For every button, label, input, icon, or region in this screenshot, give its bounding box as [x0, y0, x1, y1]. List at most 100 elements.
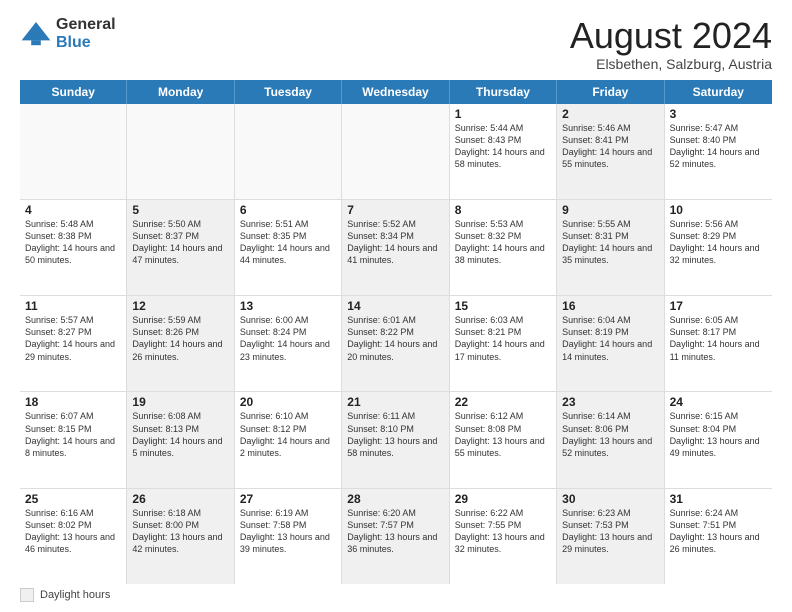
- cal-row: 11Sunrise: 5:57 AM Sunset: 8:27 PM Dayli…: [20, 296, 772, 392]
- logo: General Blue: [20, 16, 116, 51]
- day-number: 2: [562, 107, 658, 121]
- footer: Daylight hours: [20, 588, 772, 602]
- cell-info: Sunrise: 6:18 AM Sunset: 8:00 PM Dayligh…: [132, 507, 228, 556]
- cell-info: Sunrise: 5:44 AM Sunset: 8:43 PM Dayligh…: [455, 122, 551, 171]
- cell-info: Sunrise: 5:47 AM Sunset: 8:40 PM Dayligh…: [670, 122, 767, 171]
- cal-cell: 30Sunrise: 6:23 AM Sunset: 7:53 PM Dayli…: [557, 489, 664, 584]
- logo-text: General Blue: [56, 16, 116, 51]
- day-number: 16: [562, 299, 658, 313]
- cell-info: Sunrise: 6:14 AM Sunset: 8:06 PM Dayligh…: [562, 410, 658, 459]
- day-number: 30: [562, 492, 658, 506]
- day-number: 19: [132, 395, 228, 409]
- logo-general: General: [56, 16, 116, 34]
- cal-cell: 22Sunrise: 6:12 AM Sunset: 8:08 PM Dayli…: [450, 392, 557, 487]
- cal-cell: 9Sunrise: 5:55 AM Sunset: 8:31 PM Daylig…: [557, 200, 664, 295]
- cal-header-cell: Wednesday: [342, 80, 449, 104]
- day-number: 27: [240, 492, 336, 506]
- cell-info: Sunrise: 5:57 AM Sunset: 8:27 PM Dayligh…: [25, 314, 121, 363]
- day-number: 22: [455, 395, 551, 409]
- cell-info: Sunrise: 5:56 AM Sunset: 8:29 PM Dayligh…: [670, 218, 767, 267]
- day-number: 31: [670, 492, 767, 506]
- day-number: 23: [562, 395, 658, 409]
- day-number: 6: [240, 203, 336, 217]
- cal-cell: 15Sunrise: 6:03 AM Sunset: 8:21 PM Dayli…: [450, 296, 557, 391]
- cell-info: Sunrise: 5:48 AM Sunset: 8:38 PM Dayligh…: [25, 218, 121, 267]
- calendar: SundayMondayTuesdayWednesdayThursdayFrid…: [20, 80, 772, 584]
- day-number: 18: [25, 395, 121, 409]
- day-number: 24: [670, 395, 767, 409]
- cal-cell: [342, 104, 449, 199]
- day-number: 25: [25, 492, 121, 506]
- cal-header-cell: Monday: [127, 80, 234, 104]
- cal-cell: 3Sunrise: 5:47 AM Sunset: 8:40 PM Daylig…: [665, 104, 772, 199]
- day-number: 5: [132, 203, 228, 217]
- cal-cell: 23Sunrise: 6:14 AM Sunset: 8:06 PM Dayli…: [557, 392, 664, 487]
- day-number: 29: [455, 492, 551, 506]
- cell-info: Sunrise: 5:59 AM Sunset: 8:26 PM Dayligh…: [132, 314, 228, 363]
- cal-header-cell: Thursday: [450, 80, 557, 104]
- logo-blue: Blue: [56, 34, 116, 52]
- cal-cell: 13Sunrise: 6:00 AM Sunset: 8:24 PM Dayli…: [235, 296, 342, 391]
- main-title: August 2024: [570, 16, 772, 56]
- cal-row: 4Sunrise: 5:48 AM Sunset: 8:38 PM Daylig…: [20, 200, 772, 296]
- cell-info: Sunrise: 6:08 AM Sunset: 8:13 PM Dayligh…: [132, 410, 228, 459]
- cal-cell: 14Sunrise: 6:01 AM Sunset: 8:22 PM Dayli…: [342, 296, 449, 391]
- cell-info: Sunrise: 6:20 AM Sunset: 7:57 PM Dayligh…: [347, 507, 443, 556]
- calendar-header: SundayMondayTuesdayWednesdayThursdayFrid…: [20, 80, 772, 104]
- cell-info: Sunrise: 6:07 AM Sunset: 8:15 PM Dayligh…: [25, 410, 121, 459]
- cal-cell: 2Sunrise: 5:46 AM Sunset: 8:41 PM Daylig…: [557, 104, 664, 199]
- cell-info: Sunrise: 6:00 AM Sunset: 8:24 PM Dayligh…: [240, 314, 336, 363]
- cal-cell: 18Sunrise: 6:07 AM Sunset: 8:15 PM Dayli…: [20, 392, 127, 487]
- day-number: 8: [455, 203, 551, 217]
- cal-cell: 26Sunrise: 6:18 AM Sunset: 8:00 PM Dayli…: [127, 489, 234, 584]
- cal-cell: [127, 104, 234, 199]
- cell-info: Sunrise: 6:05 AM Sunset: 8:17 PM Dayligh…: [670, 314, 767, 363]
- day-number: 10: [670, 203, 767, 217]
- cell-info: Sunrise: 5:46 AM Sunset: 8:41 PM Dayligh…: [562, 122, 658, 171]
- cell-info: Sunrise: 6:10 AM Sunset: 8:12 PM Dayligh…: [240, 410, 336, 459]
- cal-cell: 7Sunrise: 5:52 AM Sunset: 8:34 PM Daylig…: [342, 200, 449, 295]
- logo-icon: [20, 18, 52, 50]
- day-number: 15: [455, 299, 551, 313]
- cal-cell: 6Sunrise: 5:51 AM Sunset: 8:35 PM Daylig…: [235, 200, 342, 295]
- cell-info: Sunrise: 5:52 AM Sunset: 8:34 PM Dayligh…: [347, 218, 443, 267]
- cal-cell: 8Sunrise: 5:53 AM Sunset: 8:32 PM Daylig…: [450, 200, 557, 295]
- daylight-legend-box: [20, 588, 34, 602]
- title-area: August 2024 Elsbethen, Salzburg, Austria: [570, 16, 772, 72]
- cell-info: Sunrise: 5:53 AM Sunset: 8:32 PM Dayligh…: [455, 218, 551, 267]
- cal-cell: [20, 104, 127, 199]
- cal-cell: 27Sunrise: 6:19 AM Sunset: 7:58 PM Dayli…: [235, 489, 342, 584]
- cal-header-cell: Saturday: [665, 80, 772, 104]
- cal-cell: 19Sunrise: 6:08 AM Sunset: 8:13 PM Dayli…: [127, 392, 234, 487]
- day-number: 21: [347, 395, 443, 409]
- page: General Blue August 2024 Elsbethen, Salz…: [0, 0, 792, 612]
- cal-cell: 24Sunrise: 6:15 AM Sunset: 8:04 PM Dayli…: [665, 392, 772, 487]
- day-number: 1: [455, 107, 551, 121]
- cal-cell: 21Sunrise: 6:11 AM Sunset: 8:10 PM Dayli…: [342, 392, 449, 487]
- cal-cell: 29Sunrise: 6:22 AM Sunset: 7:55 PM Dayli…: [450, 489, 557, 584]
- daylight-legend-label: Daylight hours: [40, 589, 110, 601]
- cell-info: Sunrise: 6:24 AM Sunset: 7:51 PM Dayligh…: [670, 507, 767, 556]
- cal-cell: 20Sunrise: 6:10 AM Sunset: 8:12 PM Dayli…: [235, 392, 342, 487]
- cal-cell: [235, 104, 342, 199]
- cell-info: Sunrise: 6:22 AM Sunset: 7:55 PM Dayligh…: [455, 507, 551, 556]
- cal-row: 25Sunrise: 6:16 AM Sunset: 8:02 PM Dayli…: [20, 489, 772, 584]
- cal-cell: 17Sunrise: 6:05 AM Sunset: 8:17 PM Dayli…: [665, 296, 772, 391]
- cal-cell: 31Sunrise: 6:24 AM Sunset: 7:51 PM Dayli…: [665, 489, 772, 584]
- cal-cell: 28Sunrise: 6:20 AM Sunset: 7:57 PM Dayli…: [342, 489, 449, 584]
- cal-header-cell: Friday: [557, 80, 664, 104]
- cal-header-cell: Sunday: [20, 80, 127, 104]
- cell-info: Sunrise: 6:16 AM Sunset: 8:02 PM Dayligh…: [25, 507, 121, 556]
- day-number: 9: [562, 203, 658, 217]
- calendar-body: 1Sunrise: 5:44 AM Sunset: 8:43 PM Daylig…: [20, 104, 772, 584]
- cal-cell: 16Sunrise: 6:04 AM Sunset: 8:19 PM Dayli…: [557, 296, 664, 391]
- cell-info: Sunrise: 6:04 AM Sunset: 8:19 PM Dayligh…: [562, 314, 658, 363]
- cell-info: Sunrise: 5:50 AM Sunset: 8:37 PM Dayligh…: [132, 218, 228, 267]
- cell-info: Sunrise: 6:01 AM Sunset: 8:22 PM Dayligh…: [347, 314, 443, 363]
- cal-row: 18Sunrise: 6:07 AM Sunset: 8:15 PM Dayli…: [20, 392, 772, 488]
- cal-cell: 5Sunrise: 5:50 AM Sunset: 8:37 PM Daylig…: [127, 200, 234, 295]
- subtitle: Elsbethen, Salzburg, Austria: [570, 56, 772, 72]
- cell-info: Sunrise: 6:23 AM Sunset: 7:53 PM Dayligh…: [562, 507, 658, 556]
- cal-cell: 4Sunrise: 5:48 AM Sunset: 8:38 PM Daylig…: [20, 200, 127, 295]
- day-number: 26: [132, 492, 228, 506]
